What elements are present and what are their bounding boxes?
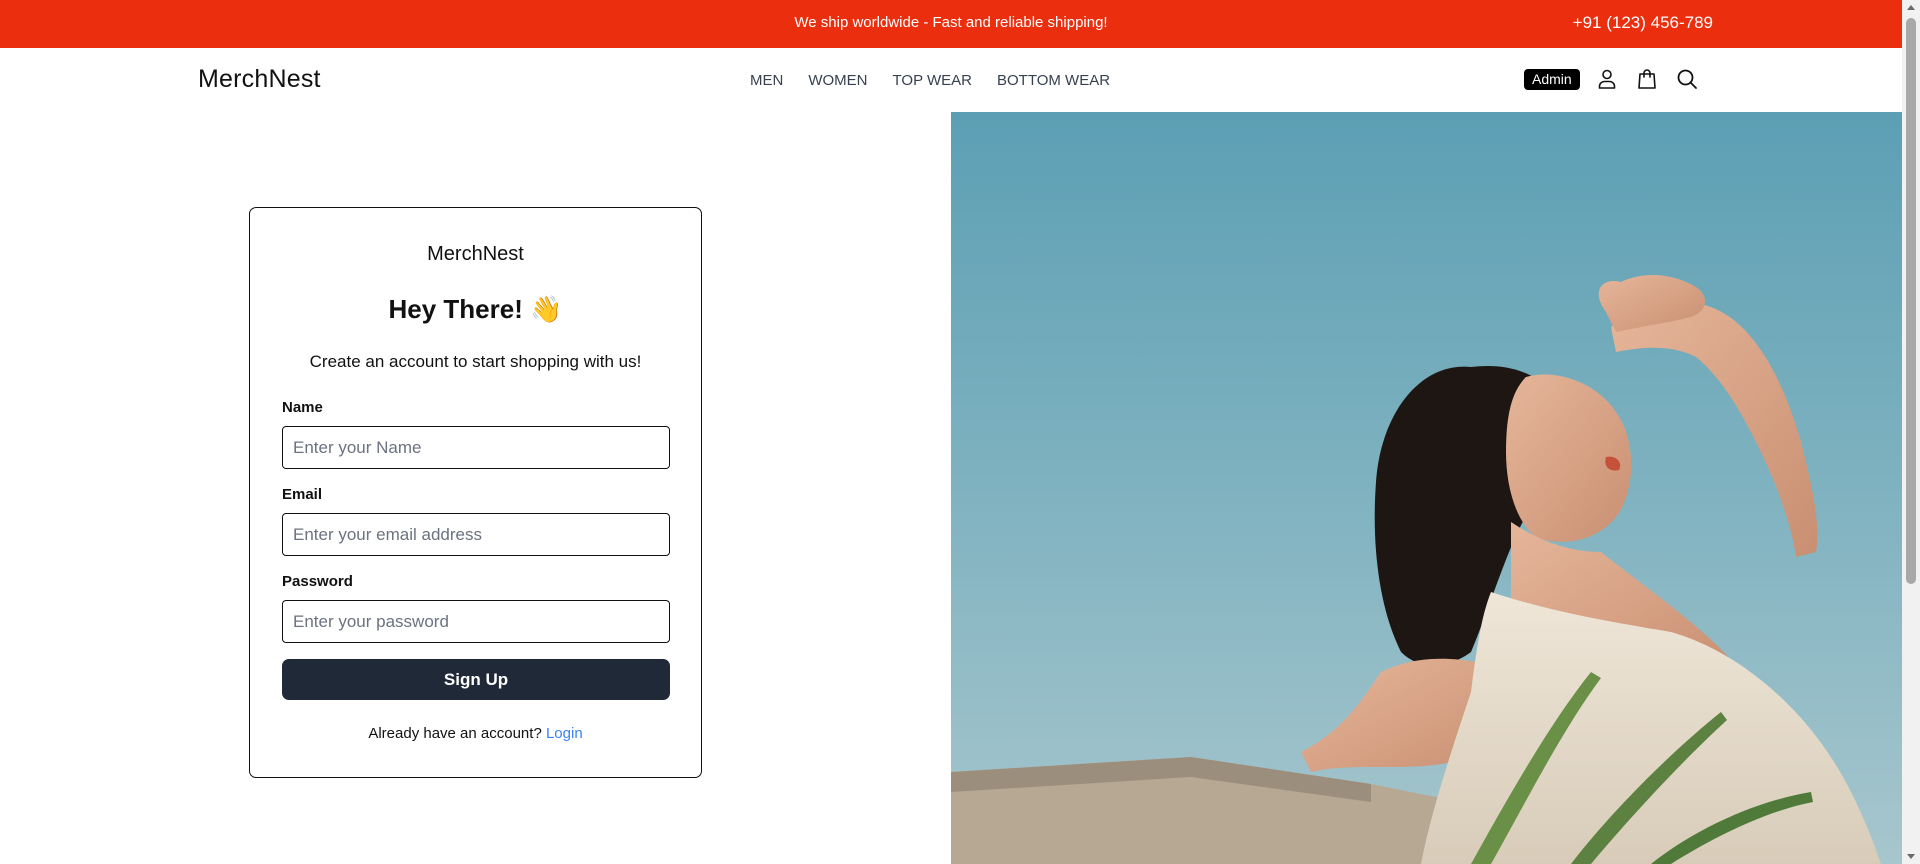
scroll-down-icon[interactable] bbox=[1907, 854, 1915, 859]
email-input[interactable] bbox=[282, 513, 670, 556]
password-input[interactable] bbox=[282, 600, 670, 643]
phone-number: +91 (123) 456-789 bbox=[1572, 13, 1713, 32]
scroll-up-icon[interactable] bbox=[1907, 5, 1915, 10]
nav-link-bottom-wear[interactable]: BOTTOM WEAR bbox=[997, 72, 1110, 89]
user-icon[interactable] bbox=[1594, 66, 1620, 92]
card-title: Hey There! 👋 bbox=[388, 294, 563, 324]
nav-link-men[interactable]: MEN bbox=[750, 72, 783, 89]
login-prompt: Already have an account? Login bbox=[250, 725, 701, 742]
nav-link-women[interactable]: WOMEN bbox=[808, 72, 867, 89]
shopping-bag-icon[interactable] bbox=[1634, 66, 1660, 92]
scrollbar[interactable] bbox=[1902, 0, 1920, 864]
signup-button[interactable]: Sign Up bbox=[282, 659, 670, 700]
site-logo[interactable]: MerchNest bbox=[198, 65, 321, 94]
login-prompt-text: Already have an account? bbox=[368, 725, 542, 742]
admin-badge[interactable]: Admin bbox=[1524, 68, 1580, 90]
name-label: Name bbox=[282, 399, 323, 416]
password-label: Password bbox=[282, 573, 353, 590]
card-subtitle: Create an account to start shopping with… bbox=[309, 352, 642, 371]
name-input[interactable] bbox=[282, 426, 670, 469]
hero-image bbox=[951, 112, 1902, 864]
scroll-thumb[interactable] bbox=[1906, 18, 1916, 584]
search-icon[interactable] bbox=[1674, 66, 1700, 92]
announcement-bar: We ship worldwide - Fast and reliable sh… bbox=[0, 0, 1902, 48]
navbar: MerchNest MEN WOMEN TOP WEAR BOTTOM WEAR… bbox=[0, 48, 1902, 112]
nav-icons: Admin bbox=[1524, 66, 1700, 92]
card-brand: MerchNest bbox=[427, 243, 524, 265]
email-label: Email bbox=[282, 486, 323, 503]
login-link[interactable]: Login bbox=[546, 725, 583, 742]
signup-card: MerchNest Hey There! 👋 Create an account… bbox=[249, 207, 702, 778]
nav-link-top-wear[interactable]: TOP WEAR bbox=[893, 72, 972, 89]
nav-links: MEN WOMEN TOP WEAR BOTTOM WEAR bbox=[750, 72, 1110, 89]
